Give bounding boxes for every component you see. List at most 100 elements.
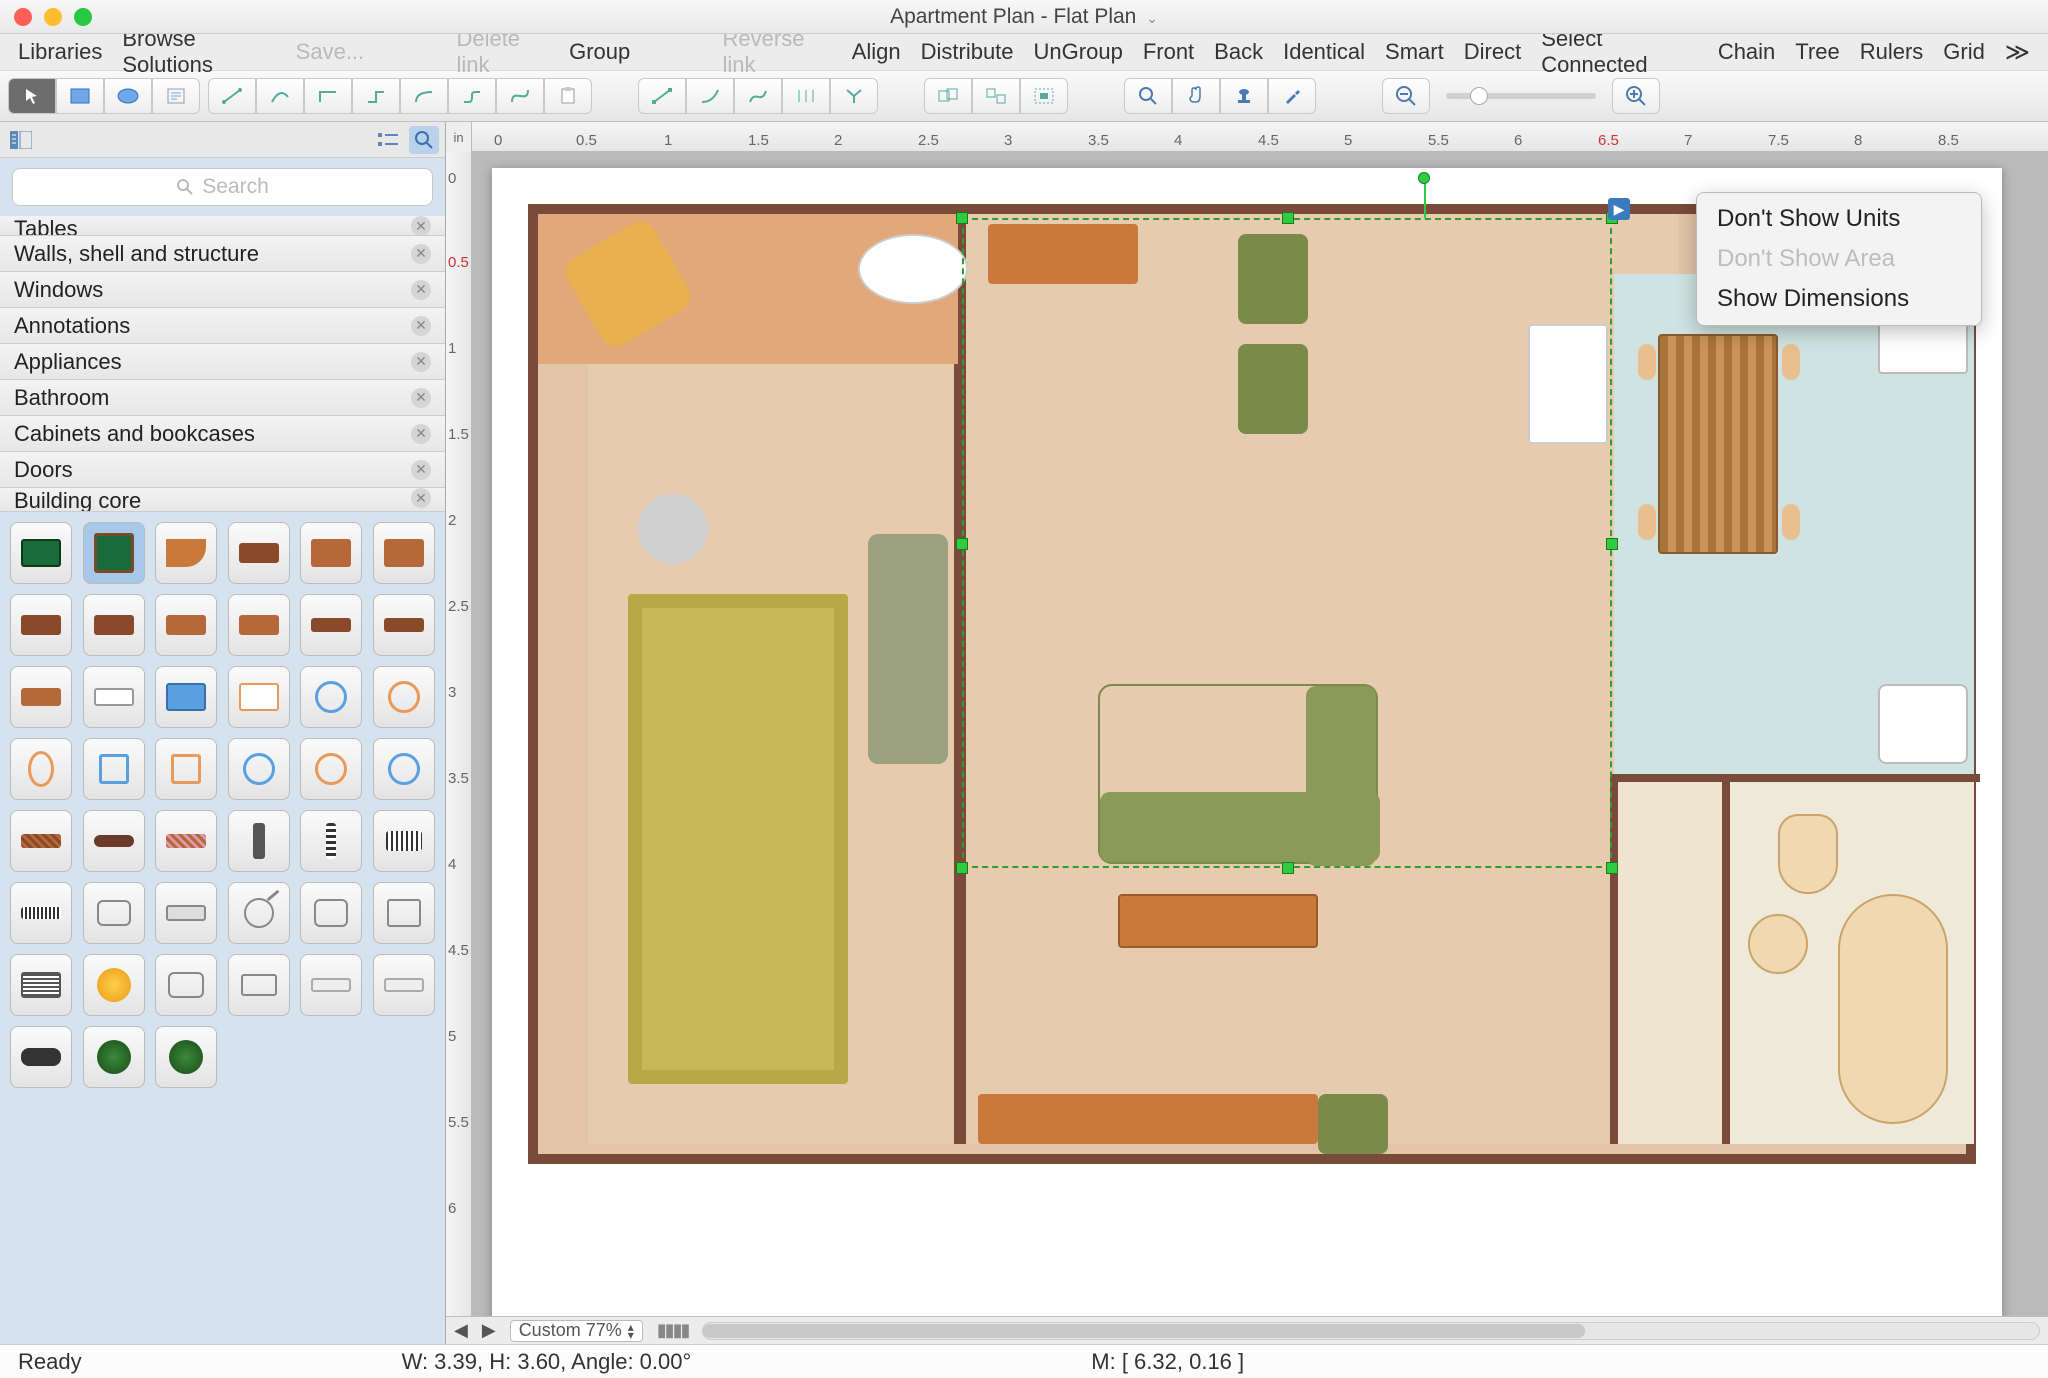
connector-curve[interactable] (256, 78, 304, 114)
search-toggle-icon[interactable] (409, 126, 439, 154)
shape-item[interactable] (373, 522, 435, 584)
branch-tool[interactable] (830, 78, 878, 114)
shape-item[interactable] (83, 1026, 145, 1088)
shape-item[interactable] (10, 738, 72, 800)
scrollbar-thumb[interactable] (703, 1324, 1585, 1338)
close-window-button[interactable] (14, 8, 32, 26)
close-icon[interactable]: ✕ (411, 424, 431, 444)
zoom-level-selector[interactable]: Custom 77% ▴▾ (510, 1320, 643, 1342)
shape-item[interactable] (300, 738, 362, 800)
selection-handle[interactable] (956, 212, 968, 224)
prev-page-icon[interactable]: ◀ (454, 1320, 468, 1341)
shape-item[interactable] (83, 522, 145, 584)
library-item-building-core[interactable]: Building core✕ (0, 488, 445, 512)
furniture-chair-dining[interactable] (1638, 504, 1656, 540)
library-item-walls[interactable]: Walls, shell and structure✕ (0, 236, 445, 272)
selection-handle[interactable] (1282, 212, 1294, 224)
shape-item[interactable] (300, 666, 362, 728)
menu-item-dont-show-units[interactable]: Don't Show Units (1697, 199, 1981, 239)
menu-smart[interactable]: Smart (1385, 39, 1444, 65)
container-tool[interactable] (1020, 78, 1068, 114)
furniture-table[interactable] (1118, 894, 1318, 948)
furniture-chair-dining[interactable] (1638, 344, 1656, 380)
selection-handle[interactable] (1606, 862, 1618, 874)
furniture-chair[interactable] (638, 494, 708, 564)
library-item-doors[interactable]: Doors✕ (0, 452, 445, 488)
zoom-window-button[interactable] (74, 8, 92, 26)
shape-item[interactable] (228, 594, 290, 656)
shape-item[interactable] (228, 522, 290, 584)
close-icon[interactable]: ✕ (411, 352, 431, 372)
list-view-icon[interactable] (373, 126, 403, 154)
eyedropper-tool[interactable] (1268, 78, 1316, 114)
zoom-in-button[interactable] (1612, 78, 1660, 114)
selection-handle[interactable] (956, 862, 968, 874)
close-icon[interactable]: ✕ (411, 388, 431, 408)
furniture-bathtub[interactable] (1838, 894, 1948, 1124)
furniture-sink[interactable] (858, 234, 968, 304)
shape-item[interactable] (83, 666, 145, 728)
shape-item[interactable] (155, 594, 217, 656)
shape-item[interactable] (10, 954, 72, 1016)
connector-ortho-1[interactable] (304, 78, 352, 114)
menu-overflow-icon[interactable]: ≫ (2005, 38, 2030, 67)
shape-item[interactable] (10, 522, 72, 584)
shape-item[interactable] (228, 666, 290, 728)
shape-item[interactable] (300, 954, 362, 1016)
shape-item[interactable] (83, 954, 145, 1016)
menu-tree[interactable]: Tree (1795, 39, 1839, 65)
shape-item[interactable] (373, 738, 435, 800)
shape-item[interactable] (83, 738, 145, 800)
shape-item[interactable] (228, 738, 290, 800)
ellipse-tool[interactable] (104, 78, 152, 114)
page-thumbnails-icon[interactable]: ▮▮▮▮ (657, 1320, 689, 1341)
furniture-chair-dining[interactable] (1782, 344, 1800, 380)
next-page-icon[interactable]: ▶ (482, 1320, 496, 1341)
shape-item[interactable] (155, 738, 217, 800)
shape-item[interactable] (373, 810, 435, 872)
menu-identical[interactable]: Identical (1283, 39, 1365, 65)
ungroup-tool[interactable] (972, 78, 1020, 114)
shape-item[interactable] (10, 810, 72, 872)
zoom-tool[interactable] (1124, 78, 1172, 114)
horizontal-scrollbar[interactable] (702, 1322, 2040, 1340)
room-wc[interactable] (1614, 774, 1726, 1144)
close-icon[interactable]: ✕ (411, 460, 431, 480)
connector-direct[interactable] (208, 78, 256, 114)
menu-back[interactable]: Back (1214, 39, 1263, 65)
menu-front[interactable]: Front (1143, 39, 1194, 65)
shape-item[interactable] (155, 522, 217, 584)
text-tool[interactable] (152, 78, 200, 114)
group-tool[interactable] (924, 78, 972, 114)
library-item-bathroom[interactable]: Bathroom✕ (0, 380, 445, 416)
furniture-chair-dining[interactable] (1782, 504, 1800, 540)
shape-item[interactable] (10, 882, 72, 944)
selection-handle[interactable] (1282, 862, 1294, 874)
furniture-shelving[interactable] (978, 1094, 1318, 1144)
close-icon[interactable]: ✕ (411, 216, 431, 236)
library-item-annotations[interactable]: Annotations✕ (0, 308, 445, 344)
furniture-basin[interactable] (1748, 914, 1808, 974)
menu-align[interactable]: Align (852, 39, 901, 65)
library-item-appliances[interactable]: Appliances✕ (0, 344, 445, 380)
wall[interactable] (1610, 774, 1980, 782)
shape-item[interactable] (83, 882, 145, 944)
menu-group[interactable]: Group (569, 39, 630, 65)
zoom-slider-knob[interactable] (1470, 87, 1488, 105)
shape-item[interactable] (83, 594, 145, 656)
sidebar-panel-toggle-icon[interactable] (6, 126, 36, 154)
shape-item[interactable] (300, 594, 362, 656)
furniture-dining-table[interactable] (1658, 334, 1778, 554)
ruler-vertical[interactable]: 0 0.5 1 1.5 2 2.5 3 3.5 4 4.5 5 5.5 6 (446, 152, 472, 1316)
shape-item[interactable] (228, 810, 290, 872)
shape-item[interactable] (155, 954, 217, 1016)
shape-item[interactable] (373, 666, 435, 728)
library-item-windows[interactable]: Windows✕ (0, 272, 445, 308)
menu-item-dont-show-area[interactable]: Don't Show Area (1697, 239, 1981, 279)
pan-tool[interactable] (1172, 78, 1220, 114)
clipboard-tool[interactable] (544, 78, 592, 114)
menu-distribute[interactable]: Distribute (921, 39, 1014, 65)
shape-item[interactable] (300, 810, 362, 872)
spline-path-tool[interactable] (734, 78, 782, 114)
distribute-h-tool[interactable] (782, 78, 830, 114)
